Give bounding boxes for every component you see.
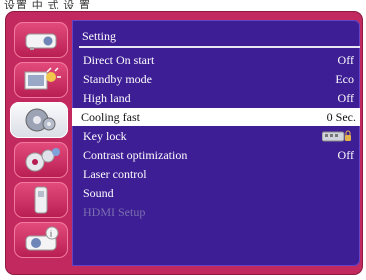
svg-text:i: i xyxy=(50,229,52,239)
menu-item-laser-control[interactable]: Laser control xyxy=(74,165,358,183)
menu-item-label: Sound xyxy=(83,186,114,200)
projector-icon xyxy=(25,33,57,50)
menu-item-value: Eco xyxy=(335,72,354,86)
sidebar: i xyxy=(10,20,68,266)
menu-item-contrast-optimization[interactable]: Contrast optimization Off xyxy=(74,146,358,164)
image-icon xyxy=(24,67,61,90)
menu-item-label: Contrast optimization xyxy=(83,148,188,162)
osd-menu: i Setting Direct On start Off Standby mo… xyxy=(6,12,362,274)
settings-panel: Setting Direct On start Off Standby mode… xyxy=(72,20,360,266)
menu-item-label: Key lock xyxy=(83,129,127,143)
menu-item-label: Standby mode xyxy=(83,72,152,86)
tab-usb[interactable] xyxy=(14,182,68,218)
menu-item-value: Off xyxy=(337,53,354,67)
caption-text: 设置 中 式 设 置 xyxy=(4,0,91,9)
menu-item-standby-mode[interactable]: Standby mode Eco xyxy=(74,70,358,88)
menu-item-hdmi-setup: HDMI Setup xyxy=(74,203,358,221)
expanded-settings-gears-icon xyxy=(25,148,60,172)
info-projector-icon: i xyxy=(25,226,59,251)
menu-item-label: High land xyxy=(83,91,131,105)
usb-drive-icon xyxy=(34,186,48,214)
settings-gear-icon xyxy=(25,108,56,132)
menu-item-value: Off xyxy=(337,91,354,105)
menu-item-label: Laser control xyxy=(83,167,147,181)
menu-item-high-land[interactable]: High land Off xyxy=(74,89,358,107)
menu-item-label: HDMI Setup xyxy=(83,205,146,219)
menu-item-value: Off xyxy=(337,148,354,162)
tab-image[interactable] xyxy=(14,62,68,98)
title-divider xyxy=(79,46,360,48)
menu-item-value: 0 Sec. xyxy=(326,110,356,124)
menu-item-key-lock[interactable]: Key lock xyxy=(74,127,358,145)
panel-title: Setting xyxy=(82,29,117,43)
tab-setting[interactable] xyxy=(10,102,68,138)
tab-info[interactable]: i xyxy=(14,222,68,258)
menu-item-label: Cooling fast xyxy=(81,110,140,124)
menu-item-cooling-fast[interactable]: Cooling fast 0 Sec. xyxy=(72,108,360,126)
menu-item-label: Direct On start xyxy=(83,53,155,67)
menu-item-direct-on-start[interactable]: Direct On start Off xyxy=(74,51,358,69)
tab-projector[interactable] xyxy=(14,22,68,58)
menu-item-sound[interactable]: Sound xyxy=(74,184,358,202)
tab-expanded-setting[interactable] xyxy=(14,142,68,178)
keylock-icon xyxy=(322,130,351,142)
